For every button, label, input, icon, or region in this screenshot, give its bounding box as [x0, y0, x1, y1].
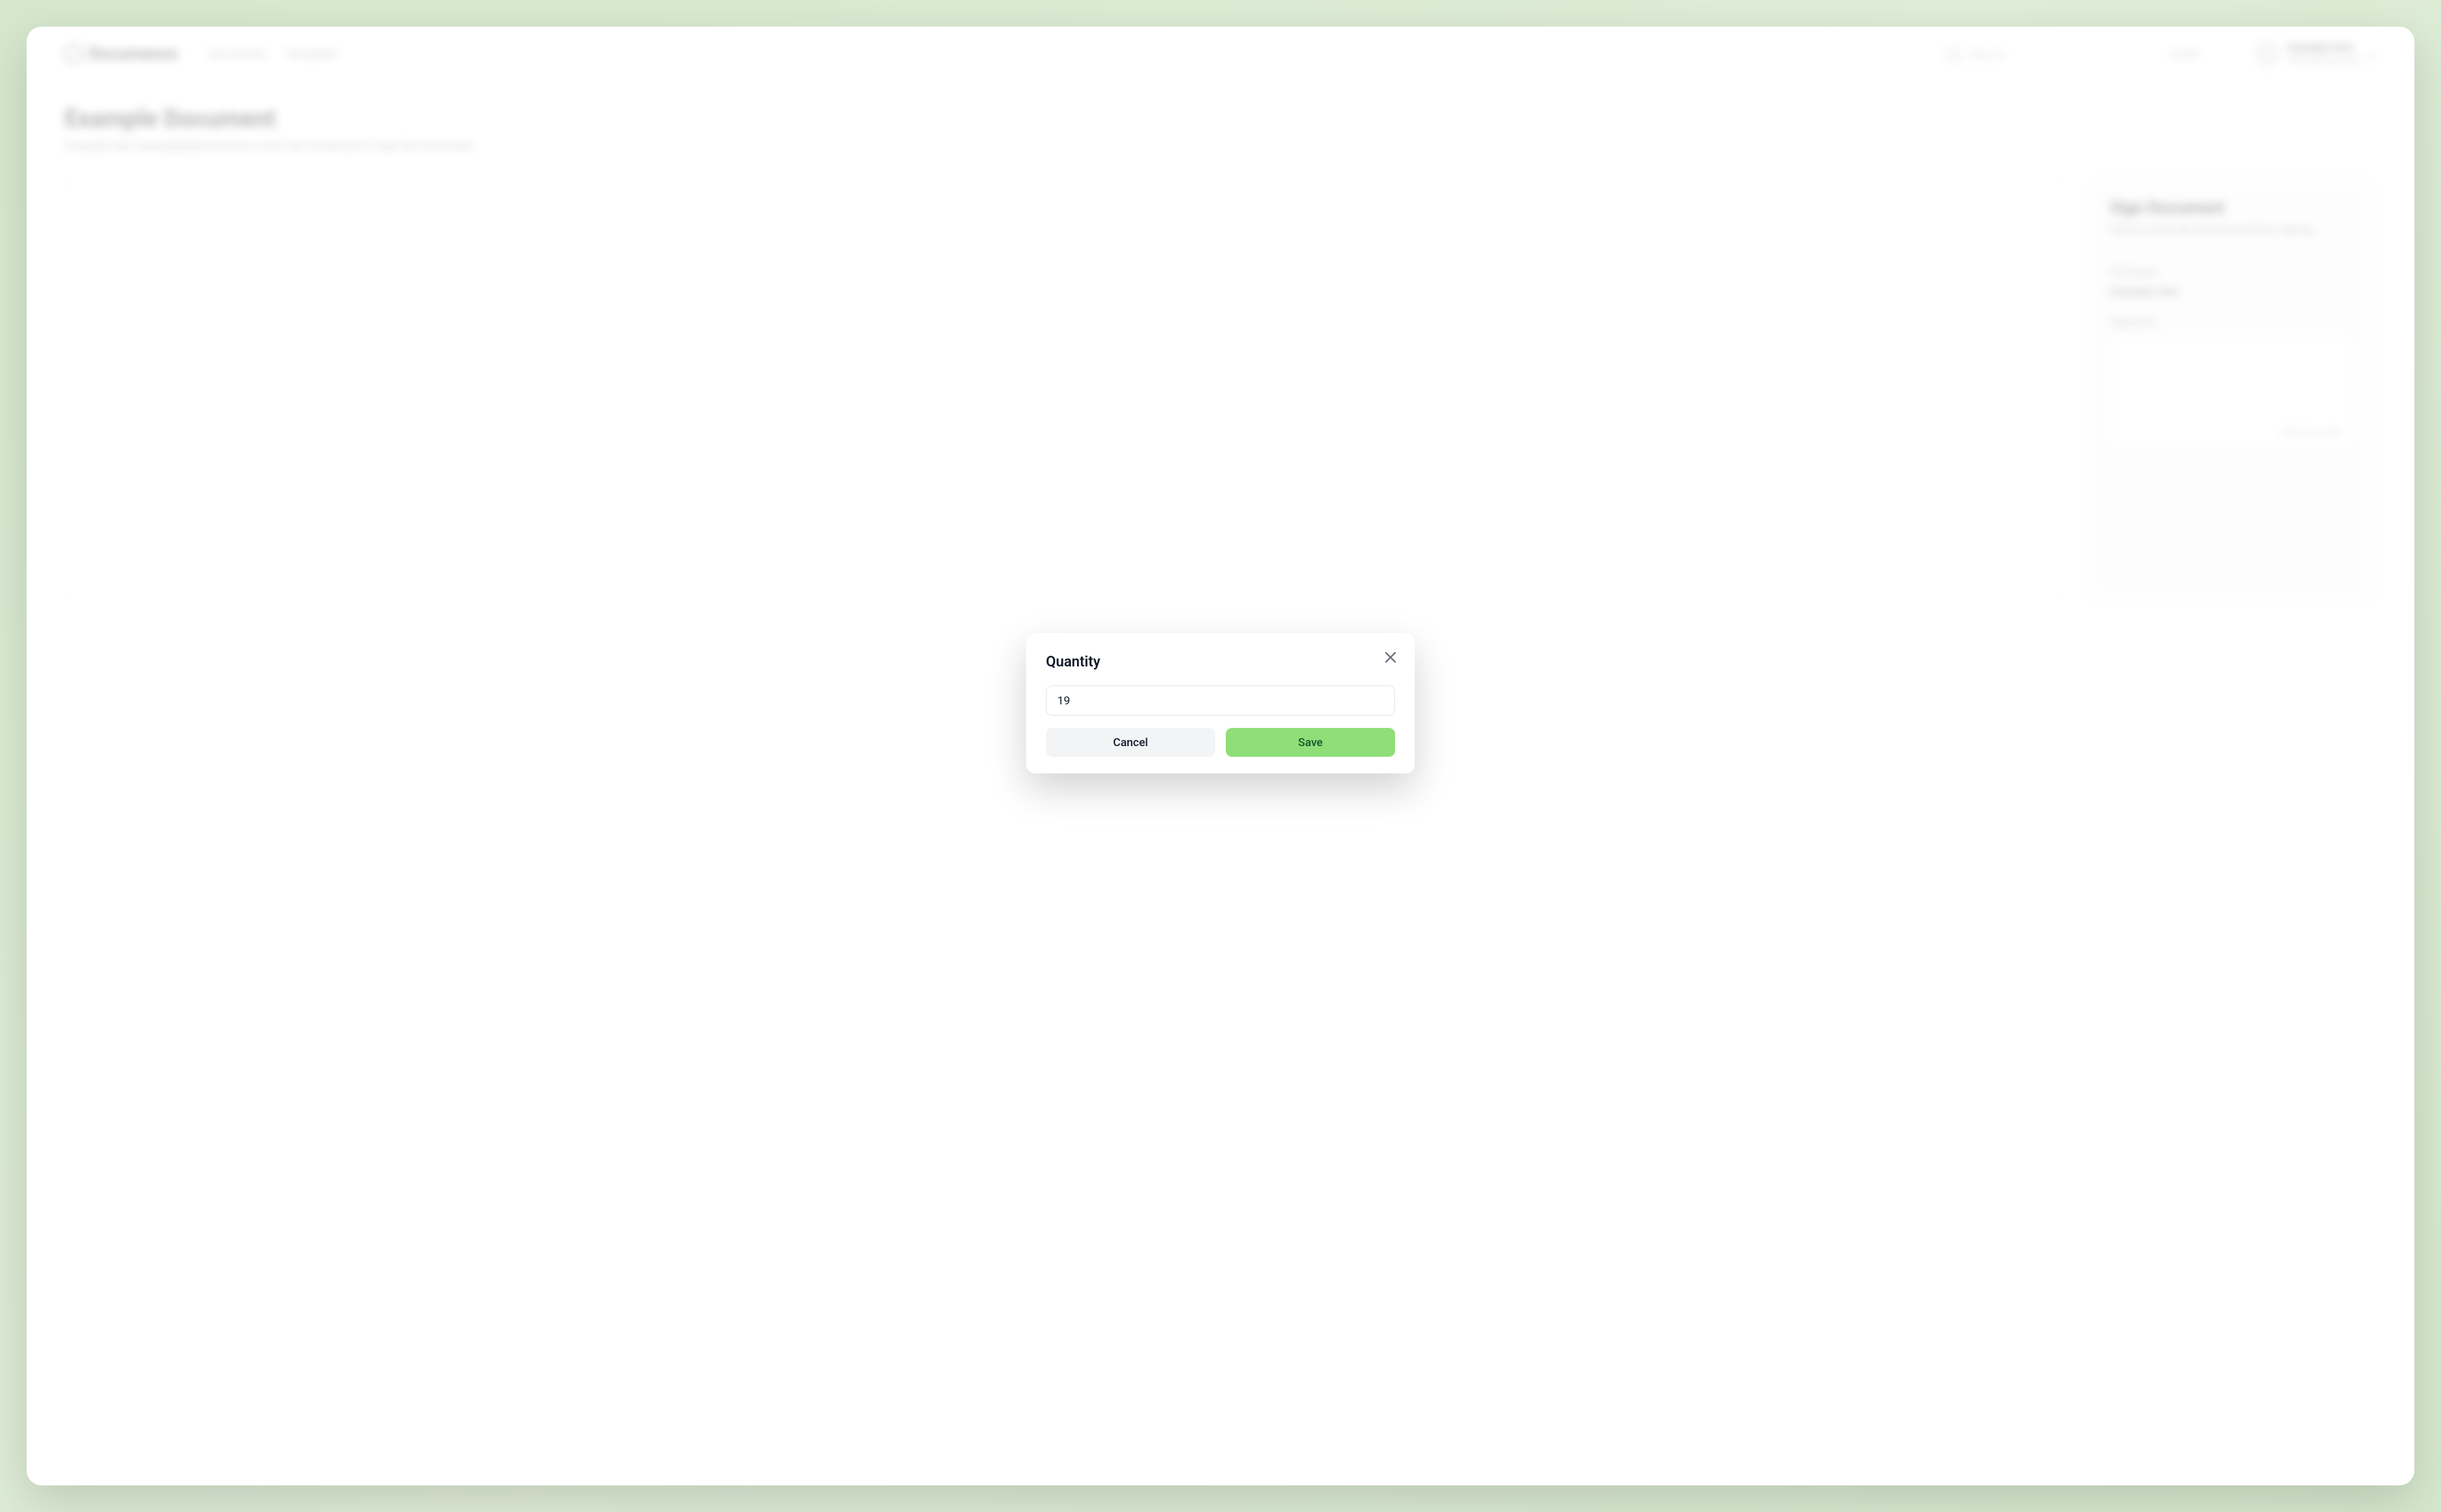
modal-title: Quantity	[1046, 653, 1395, 670]
modal-buttons: Cancel Save	[1046, 728, 1395, 757]
quantity-input[interactable]	[1046, 685, 1395, 716]
save-button[interactable]: Save	[1226, 728, 1395, 757]
modal-overlay[interactable]: Quantity Cancel Save	[27, 27, 2414, 1485]
quantity-modal: Quantity Cancel Save	[1026, 633, 1415, 773]
close-icon[interactable]	[1381, 648, 1400, 666]
app-window: Documenso Documents Templates Search en-…	[27, 27, 2414, 1485]
cancel-button[interactable]: Cancel	[1046, 728, 1215, 757]
